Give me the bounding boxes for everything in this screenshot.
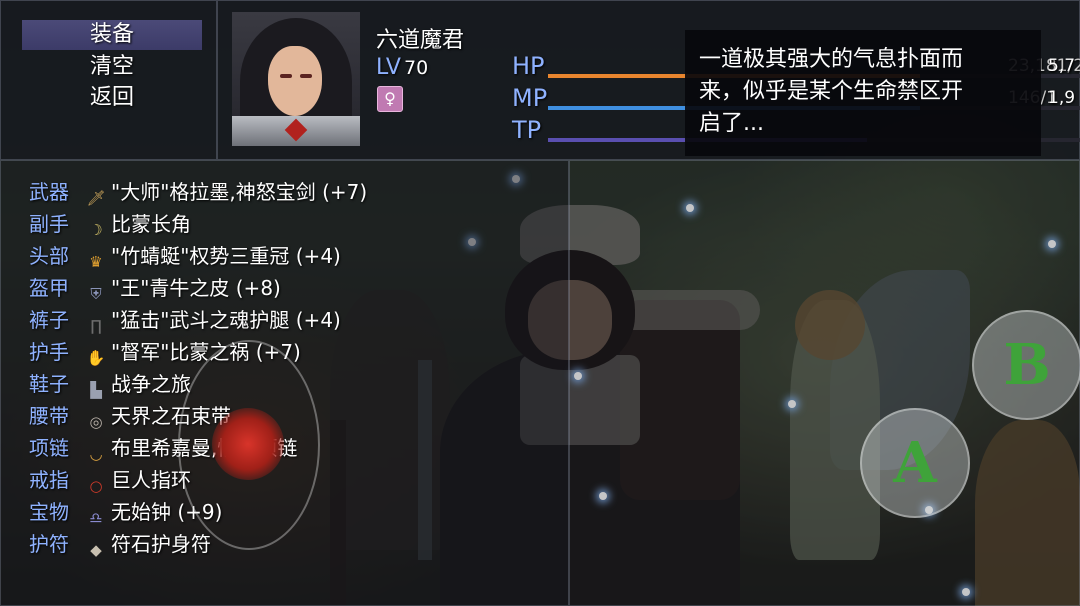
ring-icon: ○ <box>89 477 103 495</box>
equipment-slot-label: 盔甲 <box>29 276 69 300</box>
portrait-face <box>268 46 322 116</box>
character-portrait <box>232 12 360 146</box>
equipment-slot-label: 戒指 <box>29 468 69 492</box>
equipment-item-name: "竹蜻蜓"权势三重冠 (+4) <box>111 244 341 268</box>
leggings-icon: ∏ <box>90 317 102 335</box>
portrait-eye <box>280 74 292 78</box>
equipment-slot-label: 护符 <box>29 532 69 556</box>
b-button[interactable]: B <box>972 310 1080 420</box>
equipment-row[interactable]: 副手 ☽ 比蒙长角 <box>29 208 191 240</box>
equipment-row[interactable]: 戒指 ○ 巨人指环 <box>29 464 191 496</box>
equipment-row[interactable]: 头部 ♛ "竹蜻蜓"权势三重冠 (+4) <box>29 240 341 272</box>
equipment-row[interactable]: 裤子 ∏ "猛击"武斗之魂护腿 (+4) <box>29 304 341 336</box>
level-value: 70 <box>404 57 429 79</box>
character-name: 六道魔君 <box>376 28 465 53</box>
message-line: 一道极其强大的气息扑面而 <box>699 47 964 72</box>
equipment-row[interactable]: 盔甲 ⛨ "王"青牛之皮 (+8) <box>29 272 281 304</box>
message-box: 一道极其强大的气息扑面而 来，似乎是某个生命禁区开 启了... <box>685 30 1041 156</box>
equipment-slot-label: 裤子 <box>29 308 69 332</box>
equipment-slot-label: 鞋子 <box>29 372 69 396</box>
equipment-slot-label: 副手 <box>29 212 69 236</box>
tp-label: TP <box>512 116 542 144</box>
a-button[interactable]: A <box>860 408 970 518</box>
menu-item-clear[interactable]: 清空 <box>22 52 202 82</box>
gauntlet-icon: ✋ <box>86 349 106 367</box>
equipment-row[interactable]: 武器 🗡 "大师"格拉墨,神怒宝剑 (+7) <box>29 176 367 208</box>
message-line: 来，似乎是某个生命禁区开 <box>699 79 964 104</box>
boots-icon: ▙ <box>90 381 102 399</box>
equipment-row[interactable]: 鞋子 ▙ 战争之旅 <box>29 368 191 400</box>
equipment-slot-label: 腰带 <box>29 404 69 428</box>
menu-item-equip[interactable]: 装备 <box>22 20 202 50</box>
equipment-item-name: "大师"格拉墨,神怒宝剑 (+7) <box>111 180 368 204</box>
message-line: 启了... <box>699 111 764 136</box>
armor-icon: ⛨ <box>90 285 102 303</box>
menu-item-back[interactable]: 返回 <box>22 83 202 113</box>
equipment-item-name: 巨人指环 <box>111 468 191 492</box>
hp-value-right: 5,7 <box>1048 56 1076 76</box>
equipment-slot-label: 宝物 <box>29 500 69 524</box>
joystick-knob[interactable] <box>212 408 284 480</box>
equipment-item-name: "猛击"武斗之魂护腿 (+4) <box>111 308 341 332</box>
equipment-slot-label: 护手 <box>29 340 69 364</box>
equipment-slot-label: 头部 <box>29 244 69 268</box>
equipment-item-name: "王"青牛之皮 (+8) <box>111 276 281 300</box>
crown-icon: ♛ <box>89 253 103 271</box>
equipment-row[interactable]: 护符 ◆ 符石护身符 <box>29 528 211 560</box>
equipment-slot-label: 武器 <box>29 180 69 204</box>
hp-label: HP <box>512 52 545 80</box>
level-label: LV <box>376 55 401 80</box>
amulet-stone-icon: ◆ <box>90 541 102 559</box>
mp-value-right: 1,9 <box>1048 88 1076 108</box>
equipment-item-name: 战争之旅 <box>111 372 191 396</box>
horn-icon: ☽ <box>89 221 103 239</box>
bell-icon: ♎ <box>89 509 103 527</box>
female-symbol-icon: ♀ <box>377 86 403 112</box>
equipment-item-name: 符石护身符 <box>111 532 211 556</box>
mp-label: MP <box>512 84 548 112</box>
necklace-icon: ◡ <box>89 445 103 463</box>
portrait-eye <box>300 74 312 78</box>
equipment-slot-label: 项链 <box>29 436 69 460</box>
equipment-item-name: 比蒙长角 <box>111 212 191 236</box>
belt-icon: ◎ <box>89 413 103 431</box>
sword-icon: 🗡 <box>86 189 106 207</box>
